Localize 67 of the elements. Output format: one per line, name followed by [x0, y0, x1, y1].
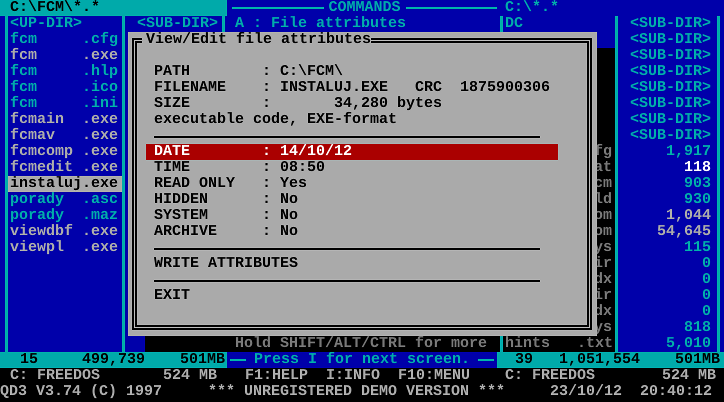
size-label: 115: [682, 240, 711, 256]
free-space: 501MB: [178, 352, 225, 368]
file-item[interactable]: fcm .exe: [8, 48, 122, 64]
size-label: 54,645: [656, 224, 711, 240]
attribute-item[interactable]: DATE : 14/10/12: [146, 144, 558, 160]
file-count: 39: [514, 352, 533, 368]
file-count: 15: [18, 352, 38, 368]
drive-label: C: FREEDOS: [10, 368, 100, 384]
size-label: 0: [700, 256, 711, 272]
file-item[interactable]: fcmcomp .exe: [8, 144, 122, 160]
file-item[interactable]: porady .maz: [8, 208, 122, 224]
size-label: <SUB-DIR>: [628, 80, 711, 96]
file-item[interactable]: <UP-DIR>: [8, 16, 122, 32]
function-key-hint: I:INFO: [326, 368, 380, 384]
panel-title: C:\FCM\*.*: [0, 0, 227, 16]
drive-size: 524 MB: [662, 368, 716, 384]
file-item[interactable]: viewpl .exe: [8, 240, 122, 256]
size-label: <SUB-DIR>: [137, 16, 220, 32]
file-item[interactable]: porady .asc: [8, 192, 122, 208]
size-label: <SUB-DIR>: [628, 128, 711, 144]
panel-title: COMMANDS: [328, 0, 401, 16]
size-label: <SUB-DIR>: [628, 16, 711, 32]
size-label: <SUB-DIR>: [628, 48, 711, 64]
function-key-hint: F10:MENU: [398, 368, 470, 384]
hint-text: Hold SHIFT/ALT/CTRL for more: [225, 336, 500, 352]
file-item[interactable]: viewdbf .exe: [8, 224, 122, 240]
info-row-text: PATH : C:\FCM\: [154, 64, 344, 80]
time-text: 20:40:12: [640, 384, 712, 400]
size-label: <SUB-DIR>: [628, 32, 711, 48]
size-label: <SUB-DIR>: [628, 64, 711, 80]
size-label: <SUB-DIR>: [628, 112, 711, 128]
info-row-text: SIZE : 34,280 bytes: [154, 96, 444, 112]
command-item[interactable]: A : File attributes: [235, 16, 500, 32]
file-item[interactable]: instaluj.exe: [8, 176, 122, 192]
function-key-hint: F1:HELP: [245, 368, 308, 384]
file-item[interactable]: fcmain .exe: [8, 112, 122, 128]
file-type-text: executable code, EXE-format: [154, 112, 398, 128]
file-item[interactable]: fcm .ico: [8, 80, 122, 96]
size-label: 903: [682, 176, 711, 192]
date-text: 23/10/12: [550, 384, 624, 400]
bytes-total: 499,739: [80, 352, 145, 368]
file-item[interactable]: fcmav .exe: [8, 128, 122, 144]
size-label: 930: [682, 192, 711, 208]
drive-label: C: FREEDOS: [505, 368, 596, 384]
free-space: 501MB: [674, 352, 720, 368]
size-label: 818: [682, 320, 711, 336]
demo-notice: *** UNREGISTERED DEMO VERSION ***: [208, 384, 506, 400]
info-row-text: FILENAME : INSTALUJ.EXE CRC 1875900306: [154, 80, 552, 96]
file-item[interactable]: hints .txt: [503, 336, 615, 352]
status-message: Press I for next screen.: [254, 352, 470, 368]
file-item[interactable]: fcmedit .exe: [8, 160, 122, 176]
file-item[interactable]: fcm .cfg: [8, 32, 122, 48]
file-item[interactable]: fcm .ini: [8, 96, 122, 112]
size-label: 118: [682, 160, 711, 176]
size-label: 1,044: [664, 208, 711, 224]
file-item[interactable]: DC: [505, 16, 612, 32]
file-item[interactable]: fcm .hlp: [8, 64, 122, 80]
bytes-total: 1,051,554: [558, 352, 640, 368]
size-label: <SUB-DIR>: [628, 96, 711, 112]
size-label: 0: [700, 288, 711, 304]
size-label: 5,010: [664, 336, 711, 352]
size-label: 0: [700, 304, 711, 320]
drive-size: 524 MB: [162, 368, 217, 384]
size-label: 0: [700, 272, 711, 288]
size-label: 1,917: [664, 144, 711, 160]
program-version: QD3 V3.74 (C) 1997: [0, 384, 164, 400]
panel-title: C:\*.*: [505, 0, 560, 16]
